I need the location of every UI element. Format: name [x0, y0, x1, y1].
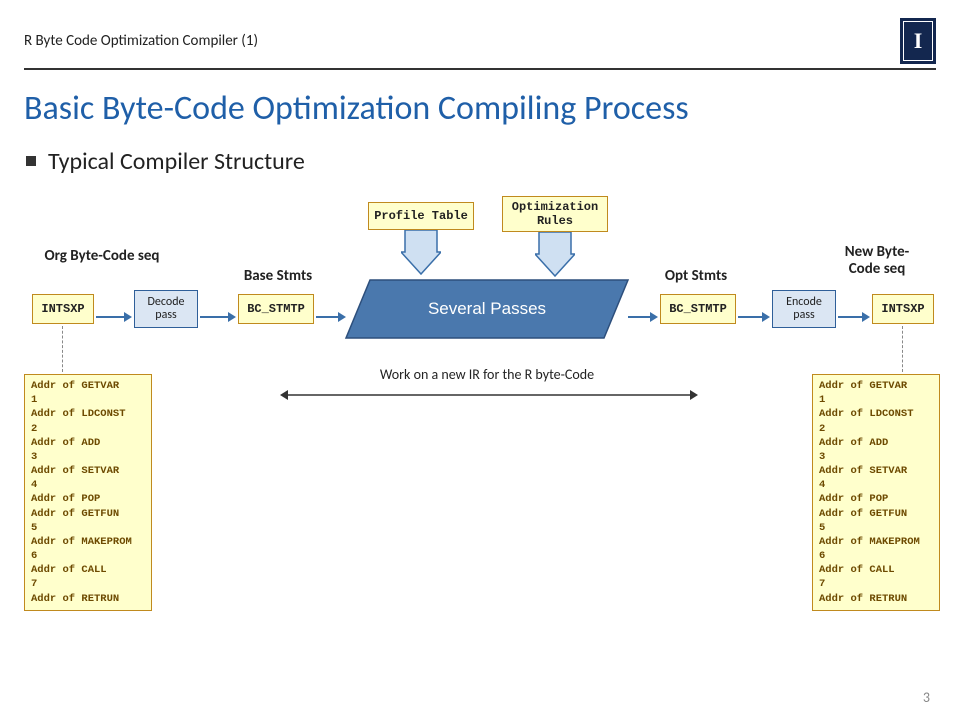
opt-rules-group: Optimization Rules	[502, 196, 608, 232]
label-opt-stmts: Opt Stmts	[646, 268, 746, 285]
logo-letter: I	[914, 28, 923, 54]
down-arrow-icon	[401, 230, 441, 278]
diagram-area: Profile Table Optimization Rules Org Byt…	[24, 202, 936, 632]
label-new-seq: New Byte- Code seq	[822, 244, 932, 277]
ir-note: Work on a new IR for the R byte-Code	[322, 366, 652, 383]
down-arrow-icon	[535, 232, 575, 280]
intsxp-left-box: INTSXP	[32, 294, 94, 324]
dashed-connector-right	[902, 326, 903, 372]
bullet-icon	[26, 156, 36, 166]
bcstmtp-left-box: BC_STMTP	[238, 294, 314, 324]
page-subtitle: Typical Compiler Structure	[26, 147, 936, 176]
uiuc-logo: I	[900, 18, 936, 64]
dashed-connector-left	[62, 326, 63, 372]
header-bar: R Byte Code Optimization Compiler (1) I	[24, 18, 936, 70]
encode-pass-box: Encode pass	[772, 290, 836, 328]
page-number: 3	[923, 689, 930, 706]
profile-table-group: Profile Table	[368, 202, 474, 230]
code-right-box: Addr of GETVAR 1 Addr of LDCONST 2 Addr …	[812, 374, 940, 611]
opt-rules-box: Optimization Rules	[502, 196, 608, 232]
decode-pass-box: Decode pass	[134, 290, 198, 328]
label-org-seq: Org Byte-Code seq	[42, 248, 162, 265]
label-base-stmts: Base Stmts	[228, 268, 328, 285]
svg-text:Several Passes: Several Passes	[428, 299, 546, 318]
page-title: Basic Byte-Code Optimization Compiling P…	[24, 88, 936, 129]
breadcrumb: R Byte Code Optimization Compiler (1)	[24, 32, 258, 50]
profile-table-box: Profile Table	[368, 202, 474, 230]
bidi-arrow-icon	[280, 388, 698, 407]
intsxp-right-box: INTSXP	[872, 294, 934, 324]
several-passes-box: Several Passes	[346, 280, 628, 343]
bcstmtp-right-box: BC_STMTP	[660, 294, 736, 324]
code-left-box: Addr of GETVAR 1 Addr of LDCONST 2 Addr …	[24, 374, 152, 611]
